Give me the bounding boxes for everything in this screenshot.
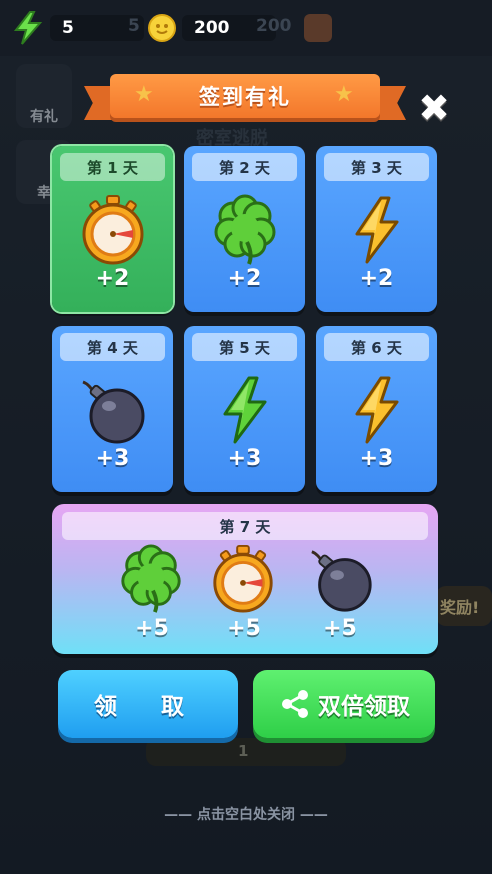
reward-amount: +5 <box>323 616 357 641</box>
double-claim-button-label: 双倍领取 <box>318 694 410 720</box>
close-button[interactable]: ✖ <box>414 86 454 130</box>
reward-amount: +5 <box>135 616 169 641</box>
stopwatch-icon <box>77 194 149 266</box>
reward-amount: +3 <box>95 446 130 471</box>
day-card-6[interactable]: 第 6 天 +3 <box>316 326 437 492</box>
star-icon: ★ <box>334 82 354 107</box>
lightning-gold-icon <box>341 374 413 446</box>
day-label: 第 3 天 <box>324 153 429 181</box>
bg-add-button <box>304 14 332 42</box>
bg-energy-value: 5 <box>128 16 140 36</box>
day-label: 第 5 天 <box>192 333 297 361</box>
reward-amount: +2 <box>359 266 394 291</box>
share-icon <box>282 690 308 718</box>
close-icon: ✖ <box>418 86 450 130</box>
bomb-icon <box>77 374 149 446</box>
day-label: 第 4 天 <box>60 333 165 361</box>
bomb-icon <box>306 544 376 614</box>
banner-title: 签到有礼 <box>199 85 291 109</box>
bg-coin-value: 200 <box>256 16 292 36</box>
day-label: 第 2 天 <box>192 153 297 181</box>
clover-icon <box>116 544 186 614</box>
day-label: 第 1 天 <box>60 153 165 181</box>
close-hint: —— 点击空白处关闭 —— <box>164 807 328 823</box>
reward-amount: +5 <box>227 616 261 641</box>
claim-button[interactable]: 领 取 <box>58 670 238 738</box>
checkin-banner: 签到有礼 ★ ★ <box>84 70 406 126</box>
star-icon: ★ <box>134 82 154 107</box>
day-card-2[interactable]: 第 2 天 +2 <box>184 146 305 312</box>
double-claim-button[interactable]: 双倍领取 <box>253 670 435 738</box>
lightning-energy-icon <box>13 11 43 45</box>
day-label: 第 6 天 <box>324 333 429 361</box>
lightning-gold-icon <box>341 194 413 266</box>
day-card-4[interactable]: 第 4 天 +3 <box>52 326 173 492</box>
day-card-5[interactable]: 第 5 天 +3 <box>184 326 305 492</box>
reward-amount: +3 <box>227 446 262 471</box>
reward-amount: +2 <box>95 266 130 291</box>
reward-amount: +2 <box>227 266 262 291</box>
day-card-1[interactable]: 第 1 天 +2 <box>52 146 173 312</box>
coin-icon <box>148 14 176 42</box>
energy-counter: 5 <box>12 11 144 45</box>
clover-icon <box>209 194 281 266</box>
top-resource-bar: 5 5 200 200 <box>0 0 492 56</box>
day-card-3[interactable]: 第 3 天 +2 <box>316 146 437 312</box>
lightning-green-icon <box>209 374 281 446</box>
day-label: 第 7 天 <box>62 512 428 540</box>
reward-amount: +3 <box>359 446 394 471</box>
day-card-7[interactable]: 第 7 天 +5 +5 +5 <box>52 504 438 654</box>
stopwatch-icon <box>208 544 278 614</box>
claim-button-label: 领 取 <box>93 694 202 720</box>
